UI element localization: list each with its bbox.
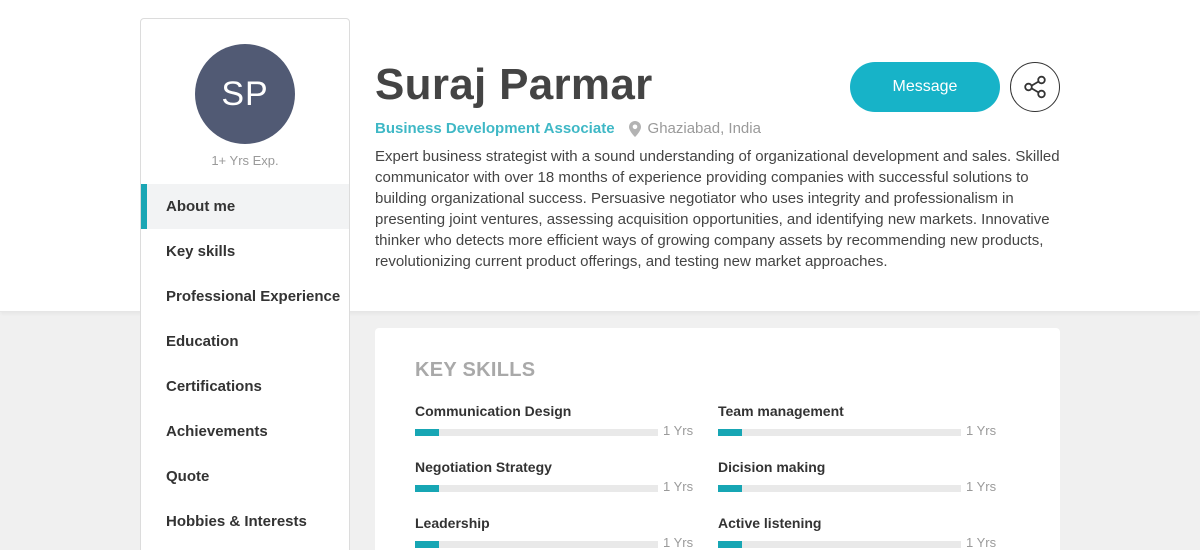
skill-bar-track xyxy=(415,485,658,492)
key-skills-title: KEY SKILLS xyxy=(415,359,536,381)
key-skills-card: KEY SKILLS Communication Design 1 Yrs Te… xyxy=(375,328,1060,550)
skill-bar-track xyxy=(718,541,961,548)
nav-item-achievements[interactable]: Achievements xyxy=(141,409,349,454)
profile-name: Suraj Parmar xyxy=(375,60,653,109)
avatar: SP xyxy=(195,44,295,144)
share-icon xyxy=(1024,75,1046,99)
skill-years: 1 Yrs xyxy=(663,535,694,550)
location-pin-icon xyxy=(628,120,641,137)
section-nav: About me Key skills Professional Experie… xyxy=(141,184,349,544)
skill-bar-track xyxy=(415,429,658,436)
skill-name: Dicision making xyxy=(718,459,826,475)
skill-name: Communication Design xyxy=(415,403,572,419)
nav-item-professional-experience[interactable]: Professional Experience xyxy=(141,274,349,319)
location-text: Ghaziabad, India xyxy=(647,120,761,137)
skill-bar-fill xyxy=(415,541,440,548)
skill-years: 1 Yrs xyxy=(663,423,694,438)
skill-years: 1 Yrs xyxy=(966,479,997,494)
skill-item: Dicision making 1 Yrs xyxy=(718,459,998,499)
skill-name: Team management xyxy=(718,403,844,419)
experience-label: 1+ Yrs Exp. xyxy=(211,153,279,168)
skill-item: Negotiation Strategy 1 Yrs xyxy=(415,459,695,499)
skill-bar-track xyxy=(718,485,961,492)
profile-sidebar: SP 1+ Yrs Exp. About me Key skills Profe… xyxy=(140,18,350,550)
nav-item-key-skills[interactable]: Key skills xyxy=(141,229,349,274)
profile-location: Ghaziabad, India xyxy=(628,120,761,137)
message-button-label: Message xyxy=(892,78,958,95)
skill-bar-fill xyxy=(718,429,743,436)
avatar-initials: SP xyxy=(221,74,269,113)
skill-item: Leadership 1 Yrs xyxy=(415,515,695,550)
profile-bio: Expert business strategist with a sound … xyxy=(375,148,1060,270)
skill-bar-fill xyxy=(415,429,440,436)
nav-item-quote[interactable]: Quote xyxy=(141,454,349,499)
skill-name: Active listening xyxy=(718,515,822,531)
profile-subline: Business Development Associate Ghaziabad… xyxy=(375,120,761,137)
nav-item-education[interactable]: Education xyxy=(141,319,349,364)
skill-bar-track xyxy=(718,429,961,436)
profile-role: Business Development Associate xyxy=(375,120,615,137)
skill-years: 1 Yrs xyxy=(966,423,997,438)
skill-bar-fill xyxy=(718,541,743,548)
skill-name: Negotiation Strategy xyxy=(415,459,552,475)
skill-years: 1 Yrs xyxy=(966,535,997,550)
skill-bar-fill xyxy=(415,485,440,492)
share-button[interactable] xyxy=(1010,62,1060,112)
nav-item-certifications[interactable]: Certifications xyxy=(141,364,349,409)
skill-item: Team management 1 Yrs xyxy=(718,403,998,443)
skill-years: 1 Yrs xyxy=(663,479,694,494)
skill-item: Communication Design 1 Yrs xyxy=(415,403,695,443)
nav-item-about-me[interactable]: About me xyxy=(141,184,349,229)
skill-name: Leadership xyxy=(415,515,490,531)
skill-bar-track xyxy=(415,541,658,548)
nav-item-hobbies[interactable]: Hobbies & Interests xyxy=(141,499,349,544)
skill-item: Active listening 1 Yrs xyxy=(718,515,998,550)
message-button[interactable]: Message xyxy=(850,62,1000,112)
skill-bar-fill xyxy=(718,485,743,492)
